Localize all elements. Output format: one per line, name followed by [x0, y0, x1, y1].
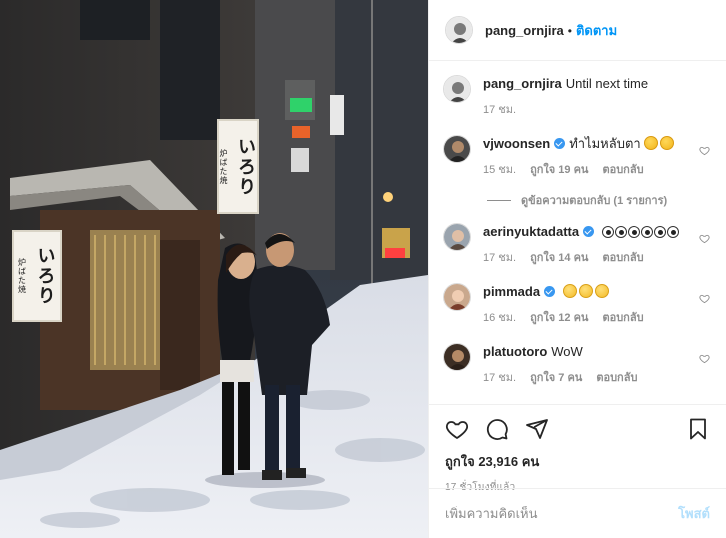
comment-input[interactable]	[445, 506, 679, 521]
eye-emoji-icon	[601, 226, 614, 238]
comment-heart-icon[interactable]	[699, 233, 710, 244]
comment-username[interactable]: pimmada	[483, 284, 540, 299]
follow-button[interactable]: ติดตาม	[576, 23, 617, 38]
caption: pang_ornjira Until next time 17 ชม.	[443, 75, 712, 119]
comment-meta: 16 ชม. ถูกใจ 12 คน ตอบกลับ	[483, 310, 712, 327]
caption-meta: 17 ชม.	[483, 102, 712, 119]
caption-time[interactable]: 17 ชม.	[483, 102, 516, 119]
comments-list[interactable]: pang_ornjira Until next time 17 ชม. vjwoo…	[429, 61, 726, 404]
view-replies-label: ดูข้อความตอบกลับ (1 รายการ)	[521, 195, 668, 207]
comment-item: vjwoonsen ทำไมหลับตา 15 ชม. ถูกใจ 19 คน ต…	[443, 135, 712, 179]
comment-likes[interactable]: ถูกใจ 19 คน	[530, 162, 588, 179]
add-comment-bar: โพสต์	[429, 488, 726, 538]
view-replies-button[interactable]: ดูข้อความตอบกลับ (1 รายการ)	[487, 191, 712, 209]
comment-icon[interactable]	[485, 417, 509, 441]
reply-button[interactable]: ตอบกลับ	[596, 370, 637, 387]
comment-item: aerinyuktadatta 17 ชม. ถูกใจ 14 คน ตอบกล…	[443, 223, 712, 267]
post-comment-button[interactable]: โพสต์	[678, 503, 710, 524]
comment-meta: 17 ชม. ถูกใจ 14 คน ตอบกลับ	[483, 250, 712, 267]
shop-sign-small-text: 炉ばた焼	[219, 148, 228, 185]
avatar[interactable]	[443, 343, 471, 371]
comment-username[interactable]: aerinyuktadatta	[483, 224, 579, 239]
comment-time[interactable]: 15 ชม.	[483, 162, 516, 179]
comment-meta: 17 ชม. ถูกใจ 7 คน ตอบกลับ	[483, 370, 712, 387]
shop-sign-small-text: 炉ばた焼	[17, 258, 27, 294]
heart-icon[interactable]	[445, 417, 469, 441]
comment-likes[interactable]: ถูกใจ 14 คน	[530, 250, 588, 267]
eye-emoji-icon	[640, 226, 653, 238]
comment-time[interactable]: 17 ชม.	[483, 250, 516, 267]
share-icon[interactable]	[525, 417, 549, 441]
action-icons	[445, 417, 710, 441]
comment-text: ทำไมหลับตา	[569, 136, 641, 151]
eye-emoji-icon	[614, 226, 627, 238]
eye-emoji-icon	[627, 226, 640, 238]
header-username[interactable]: pang_ornjira	[485, 23, 564, 38]
thinking-emoji-icon	[578, 284, 593, 298]
comment-heart-icon[interactable]	[699, 293, 710, 304]
rofl-emoji-icon	[660, 136, 675, 150]
thinking-emoji-icon	[594, 284, 609, 298]
verified-badge-icon	[583, 226, 595, 237]
comment-time[interactable]: 17 ชม.	[483, 370, 516, 387]
comment-time[interactable]: 16 ชม.	[483, 310, 516, 327]
bookmark-icon[interactable]	[686, 417, 710, 441]
verified-badge-icon	[544, 286, 556, 297]
avatar[interactable]	[443, 223, 471, 251]
comment-item: pimmada 16 ชม. ถูกใจ 12 คน ตอบกลับ	[443, 283, 712, 327]
shop-sign-lantern: 炉ばた焼 いろり	[12, 230, 62, 322]
comment-username[interactable]: vjwoonsen	[483, 136, 550, 151]
comment-likes[interactable]: ถูกใจ 7 คน	[530, 370, 582, 387]
thinking-emoji-icon	[562, 284, 577, 298]
avatar[interactable]	[443, 135, 471, 163]
shop-sign-hanging: 炉ばた焼 いろり	[217, 119, 259, 214]
eye-emoji-icon	[653, 226, 666, 238]
eye-emoji-icon	[666, 226, 679, 238]
instagram-post-modal: 炉ばた焼 いろり 炉ばた焼 いろり pang_ornjira•ติดตาม	[0, 0, 726, 538]
verified-badge-icon	[554, 138, 566, 149]
comment-heart-icon[interactable]	[699, 145, 710, 156]
likes-count[interactable]: ถูกใจ 23,916 คน	[445, 451, 710, 472]
comment-likes[interactable]: ถูกใจ 12 คน	[530, 310, 588, 327]
replies-divider	[487, 199, 511, 201]
comment-item: platuotoro WoW 17 ชม. ถูกใจ 7 คน ตอบกลับ	[443, 343, 712, 387]
caption-text: Until next time	[565, 76, 649, 91]
post-actions: ถูกใจ 23,916 คน 17 ชั่วโมงที่แล้ว	[429, 404, 726, 493]
shop-sign-big-text: いろり	[235, 136, 256, 197]
comment-meta: 15 ชม. ถูกใจ 19 คน ตอบกลับ	[483, 162, 712, 179]
rofl-emoji-icon	[644, 136, 659, 150]
avatar[interactable]	[443, 283, 471, 311]
reply-button[interactable]: ตอบกลับ	[602, 162, 643, 179]
photo-scene	[0, 0, 428, 538]
comment-text: WoW	[551, 344, 583, 359]
post-photo[interactable]: 炉ばた焼 いろり 炉ばた焼 いろり	[0, 0, 428, 538]
post-side-panel: pang_ornjira • ติดตาม pang_ornjira Until ne…	[428, 0, 726, 538]
shop-sign-big-text: いろり	[34, 246, 56, 306]
comment-username[interactable]: platuotoro	[483, 344, 547, 359]
reply-button[interactable]: ตอบกลับ	[602, 310, 643, 327]
separator-dot: •	[567, 23, 572, 38]
caption-username[interactable]: pang_ornjira	[483, 76, 562, 91]
avatar[interactable]	[445, 16, 473, 44]
avatar[interactable]	[443, 75, 471, 103]
reply-button[interactable]: ตอบกลับ	[602, 250, 643, 267]
comment-heart-icon[interactable]	[699, 353, 710, 364]
post-header: pang_ornjira • ติดตาม	[429, 0, 726, 61]
